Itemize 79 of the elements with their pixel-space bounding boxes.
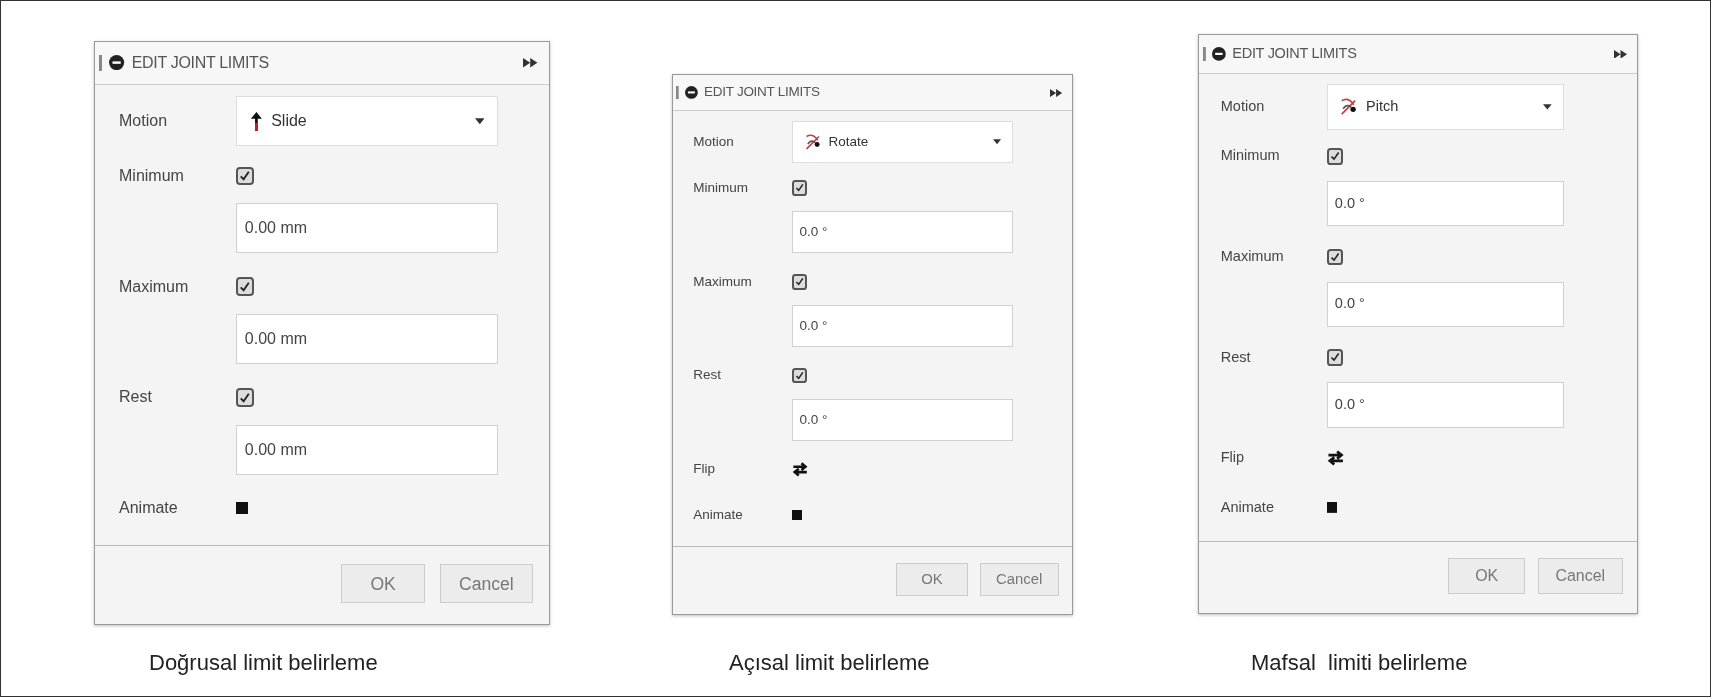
field-label: Minimum [1220,146,1281,166]
checkmark-icon [1329,151,1340,162]
value-field[interactable]: 0.0 ° [1326,180,1565,227]
field-label: Motion [119,111,169,132]
motion-dropdown[interactable]: Rotate [791,120,1014,164]
field-label: Flip [1220,448,1246,468]
checkmark-icon [794,183,805,193]
field-label: Animate [693,506,744,525]
dialog-title: EDIT JOINT LIMITS [704,83,821,102]
caption: Açısal limit belirleme [729,649,930,677]
checkmark-icon [239,391,251,404]
motion-dropdown[interactable]: Pitch [1326,84,1565,130]
motion-dropdown[interactable]: Slide [235,96,499,147]
checkmark-icon [239,170,251,182]
field-label: Minimum [119,165,185,186]
collapse-icon [109,55,125,71]
checkmark-icon [1329,352,1340,363]
stop-square-icon[interactable] [791,510,802,521]
field-label: Flip [693,460,716,479]
rotate-joint-icon [1339,98,1359,116]
checkbox[interactable] [791,180,808,196]
checkbox[interactable] [235,388,255,407]
stop-square-icon[interactable] [235,502,248,515]
caret-icon [993,139,1002,145]
field-label: Animate [119,498,179,519]
checkbox[interactable] [235,277,255,296]
value-field[interactable]: 0.00 mm [235,313,499,364]
dialog-title: EDIT JOINT LIMITS [131,52,270,73]
field-label: Rest [693,366,722,385]
arrow-up-icon [249,111,263,131]
checkbox[interactable] [235,166,255,185]
field-label: Maximum [1220,247,1285,267]
checkmark-icon [794,371,805,381]
value-field[interactable]: 0.00 mm [235,424,499,475]
cancel-button[interactable]: Cancel [1537,558,1623,594]
ok-button[interactable]: OK [896,562,968,596]
value-field[interactable]: 0.00 mm [235,202,499,253]
field-label: Motion [693,133,735,151]
checkbox[interactable] [1326,148,1344,165]
field-label: Minimum [693,178,749,197]
caret-icon [474,118,485,125]
checkmark-icon [794,277,805,287]
caption: Doğrusal limit belirleme [149,649,378,677]
expand-icon[interactable] [523,58,538,68]
checkbox[interactable] [791,367,808,384]
grip-handle-icon[interactable] [99,54,103,71]
grip-handle-icon[interactable] [676,85,680,100]
field-label: Maximum [693,272,753,291]
caption: Mafsal limiti belirleme [1251,649,1468,677]
value-field[interactable]: 0.0 ° [1326,382,1565,428]
field-label: Motion [1220,97,1266,117]
swap-arrows-icon[interactable] [1326,450,1344,467]
checkbox[interactable] [1326,248,1344,266]
checkbox[interactable] [791,274,808,290]
field-label: Animate [1220,497,1275,517]
grip-handle-icon[interactable] [1202,46,1206,62]
expand-icon[interactable] [1050,88,1063,97]
expand-icon[interactable] [1613,49,1627,59]
value-field[interactable]: 0.0 ° [791,304,1014,348]
stop-square-icon[interactable] [1326,501,1338,513]
value-field[interactable]: 0.0 ° [1326,281,1565,328]
ok-button[interactable]: OK [1448,558,1525,594]
field-label: Rest [119,387,153,408]
checkmark-icon [239,280,251,293]
caret-icon [1543,104,1552,110]
cancel-button[interactable]: Cancel [979,562,1059,596]
checkbox[interactable] [1326,349,1344,366]
value-field[interactable]: 0.0 ° [791,210,1014,254]
ok-button[interactable]: OK [340,564,426,604]
swap-arrows-icon[interactable] [791,461,808,477]
field-label: Rest [1220,347,1252,367]
cancel-button[interactable]: Cancel [439,564,533,604]
rotate-joint-icon [803,134,822,151]
collapse-icon [685,86,698,99]
value-field[interactable]: 0.0 ° [791,398,1014,442]
dialog-title: EDIT JOINT LIMITS [1232,43,1358,63]
collapse-icon [1212,46,1226,61]
checkmark-icon [1329,251,1340,262]
field-label: Maximum [119,276,190,297]
